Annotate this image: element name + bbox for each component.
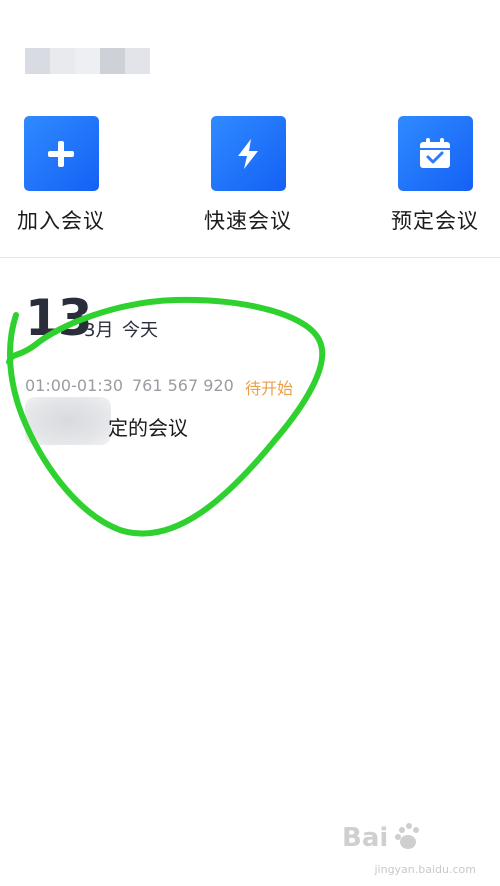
watermark: Bai jingyan.baidu.com	[342, 816, 482, 876]
watermark-url: jingyan.baidu.com	[374, 863, 476, 876]
lightning-icon	[210, 116, 286, 191]
user-name-blurred	[25, 48, 150, 74]
calendar-check-icon	[397, 116, 473, 191]
join-meeting-button[interactable]: 加入会议	[6, 116, 116, 236]
schedule-meeting-button[interactable]: 预定会议	[380, 116, 490, 236]
plus-icon	[23, 116, 99, 191]
meeting-id[interactable]: 761 567 920	[132, 376, 234, 395]
meeting-home-screen: 加入会议 快速会议 预定会议 13 3月 今天 01:00-01:30 761 …	[0, 0, 500, 886]
svg-text:Bai: Bai	[342, 823, 388, 853]
date-today-label: 今天	[122, 320, 158, 341]
schedule-meeting-label: 预定会议	[391, 209, 479, 233]
section-divider	[0, 257, 500, 258]
date-day: 13	[25, 289, 93, 347]
meeting-status-badge: 待开始	[245, 379, 294, 398]
meeting-title[interactable]: 定的会议	[108, 412, 188, 441]
quick-actions: 加入会议 快速会议 预定会议	[0, 116, 500, 236]
join-meeting-label: 加入会议	[17, 209, 105, 233]
date-month: 3月	[84, 320, 114, 341]
quick-meeting-button[interactable]: 快速会议	[193, 116, 303, 236]
baidu-paw-icon: Bai	[342, 823, 419, 853]
meeting-time-range[interactable]: 01:00-01:30	[25, 376, 123, 395]
quick-meeting-label: 快速会议	[204, 209, 292, 233]
meeting-title-blurred	[25, 397, 111, 445]
